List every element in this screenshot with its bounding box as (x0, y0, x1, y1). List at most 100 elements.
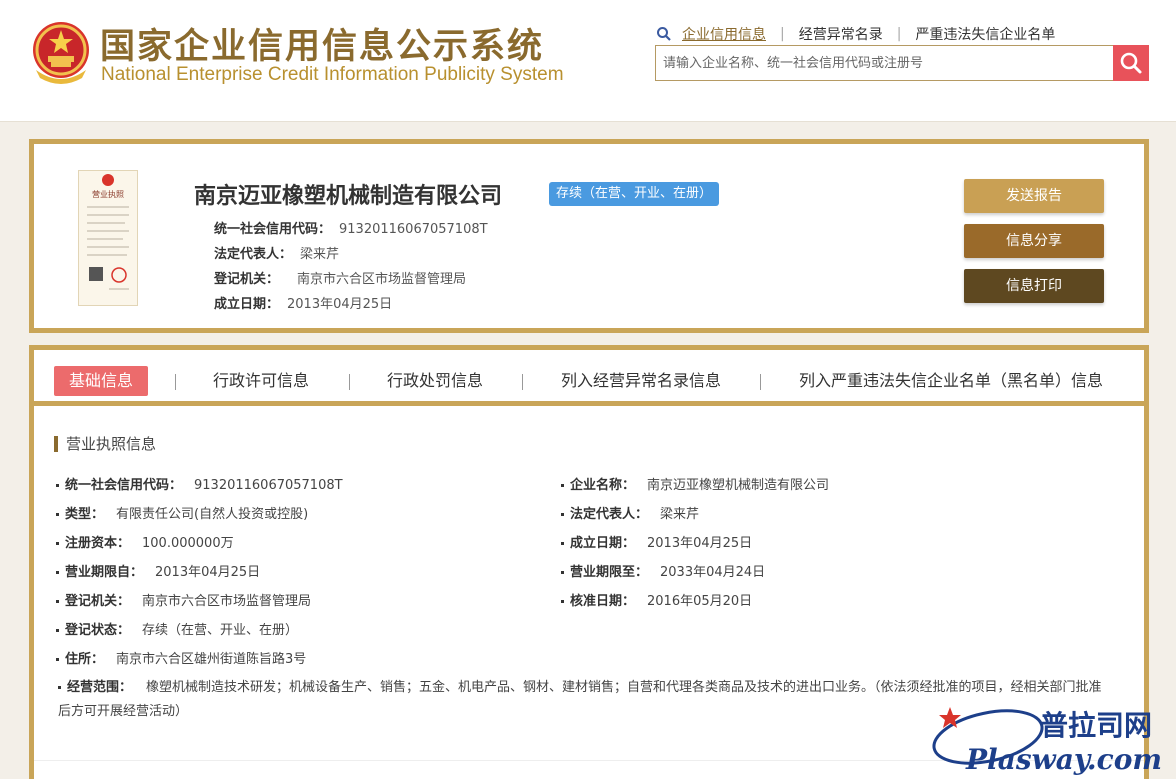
tab-blacklist[interactable]: 列入严重违法失信企业名单（黑名单）信息 (799, 366, 1103, 396)
founded-value: 2013年04月25日 (287, 297, 393, 312)
reg-authority-row: 登记机关： 南京市六合区市场监督管理局 (214, 268, 466, 287)
credit-code-label: 统一社会信用代码： (214, 222, 332, 237)
nav-divider: | (896, 26, 902, 42)
bullet (56, 542, 59, 545)
site-title: 国家企业信用信息公示系统 (100, 27, 545, 67)
field-value: 梁来芹 (660, 507, 700, 522)
field-label: 法定代表人： (570, 507, 649, 522)
field-term-from: 营业期限自： 2013年04月25日 (56, 561, 260, 580)
nav-link-credit-info[interactable]: 企业信用信息 (682, 24, 766, 44)
company-name: 南京迈亚橡塑机械制造有限公司 (194, 184, 503, 209)
nav-link-abnormal-list[interactable]: 经营异常名录 (799, 24, 883, 44)
tab-divider (349, 374, 350, 390)
tab-admin-license[interactable]: 行政许可信息 (213, 366, 309, 396)
nav-divider: | (780, 26, 785, 42)
founded-label: 成立日期： (214, 297, 280, 312)
tab-divider (175, 374, 176, 390)
nav-link-blacklist[interactable]: 严重违法失信企业名单 (915, 24, 1055, 44)
field-reg-status: 登记状态： 存续（在营、开业、在册） (56, 619, 298, 638)
field-label: 企业名称： (570, 478, 636, 493)
plasway-watermark-logo: 普拉司网 Plasway.com (932, 707, 1162, 776)
bullet (56, 600, 59, 603)
reg-authority-label: 登记机关： (214, 272, 280, 287)
tab-bar: 基础信息 行政许可信息 行政处罚信息 列入经营异常名录信息 列入严重违法失信企业… (34, 350, 1144, 406)
field-value: 南京市六合区市场监督管理局 (142, 594, 312, 609)
site-subtitle: National Enterprise Credit Information P… (101, 64, 564, 85)
business-license-thumbnail[interactable]: 营业执照 (78, 170, 138, 306)
field-label: 经营范围： (67, 680, 133, 695)
bullet (56, 658, 59, 661)
field-founded-date: 成立日期： 2013年04月25日 (561, 532, 752, 551)
field-value: 2016年05月20日 (647, 594, 753, 609)
field-approval-date: 核准日期： 2016年05月20日 (561, 590, 752, 609)
field-term-to: 营业期限至： 2033年04月24日 (561, 561, 765, 580)
field-label: 核准日期： (570, 594, 636, 609)
field-label: 类型： (65, 507, 105, 522)
tab-divider (760, 374, 761, 390)
field-value: 存续（在营、开业、在册） (142, 623, 299, 638)
license-image-icon: 营业执照 (87, 174, 129, 290)
tab-basic-info[interactable]: 基础信息 (54, 366, 149, 396)
field-value: 2033年04月24日 (660, 565, 766, 580)
field-legal-rep: 法定代表人： 梁来芹 (561, 503, 699, 522)
field-value: 南京市六合区雄州街道陈旨路3号 (116, 652, 307, 667)
field-registered-capital: 注册资本： 100.000000万 (56, 532, 234, 551)
watermark-text-cn: 普拉司网 (1040, 709, 1152, 742)
field-reg-authority: 登记机关： 南京市六合区市场监督管理局 (56, 590, 311, 609)
tab-admin-penalty[interactable]: 行政处罚信息 (387, 366, 483, 396)
field-label: 注册资本： (65, 536, 131, 551)
tab-abnormal-list[interactable]: 列入经营异常名录信息 (561, 366, 721, 396)
share-info-button[interactable]: 信息分享 (964, 224, 1104, 258)
bullet (561, 600, 564, 603)
field-value: 2013年04月25日 (155, 565, 261, 580)
print-info-button[interactable]: 信息打印 (964, 269, 1104, 303)
field-value: 91320116067057108T (194, 478, 343, 493)
bullet (58, 686, 61, 689)
field-label: 营业期限至： (570, 565, 649, 580)
field-company-name: 企业名称： 南京迈亚橡塑机械制造有限公司 (561, 474, 829, 493)
bullet (561, 571, 564, 574)
search-icon (1120, 52, 1142, 74)
company-card: 营业执照 南京迈亚橡塑机械制造有限公司 存续（在营、开业、在册） 统一社会信用代… (29, 139, 1149, 333)
search-bar (655, 45, 1149, 81)
send-report-button[interactable]: 发送报告 (964, 179, 1104, 213)
field-label: 登记机关： (65, 594, 131, 609)
national-emblem-icon (33, 22, 89, 84)
bullet (561, 542, 564, 545)
watermark-text-en: Plasway.com (965, 743, 1162, 776)
bullet (56, 513, 59, 516)
field-value: 2013年04月25日 (647, 536, 753, 551)
legal-rep-label: 法定代表人： (214, 247, 293, 262)
field-value: 有限责任公司(自然人投资或控股) (116, 507, 309, 522)
credit-code-row: 统一社会信用代码： 91320116067057108T (214, 218, 488, 237)
field-value: 100.000000万 (142, 536, 234, 551)
bullet (561, 484, 564, 487)
top-nav: 企业信用信息 | 经营异常名录 | 严重违法失信企业名单 (656, 24, 1055, 44)
section-title: 营业执照信息 (54, 436, 156, 452)
field-label: 住所： (65, 652, 105, 667)
legal-rep-row: 法定代表人： 梁来芹 (214, 243, 339, 262)
bullet (56, 629, 59, 632)
status-badge: 存续（在营、开业、在册） (549, 182, 720, 206)
field-credit-code: 统一社会信用代码： 91320116067057108T (56, 474, 343, 493)
field-label: 营业期限自： (65, 565, 144, 580)
bullet (56, 571, 59, 574)
credit-code-value: 91320116067057108T (339, 222, 488, 237)
search-input[interactable] (656, 46, 1112, 80)
founded-row: 成立日期： 2013年04月25日 (214, 293, 392, 312)
bullet (561, 513, 564, 516)
tab-divider (522, 374, 523, 390)
field-type: 类型： 有限责任公司(自然人投资或控股) (56, 503, 308, 522)
site-header: 国家企业信用信息公示系统 National Enterprise Credit … (0, 0, 1176, 122)
legal-rep-value: 梁来芹 (300, 247, 340, 262)
bullet (56, 484, 59, 487)
field-value: 南京迈亚橡塑机械制造有限公司 (647, 478, 830, 493)
field-address: 住所： 南京市六合区雄州街道陈旨路3号 (56, 648, 306, 667)
reg-authority-value: 南京市六合区市场监督管理局 (297, 272, 467, 287)
search-button[interactable] (1113, 45, 1149, 81)
field-label: 统一社会信用代码： (65, 478, 183, 493)
field-label: 成立日期： (570, 536, 636, 551)
field-label: 登记状态： (65, 623, 131, 638)
license-caption: 营业执照 (92, 189, 124, 199)
search-icon (657, 27, 671, 41)
